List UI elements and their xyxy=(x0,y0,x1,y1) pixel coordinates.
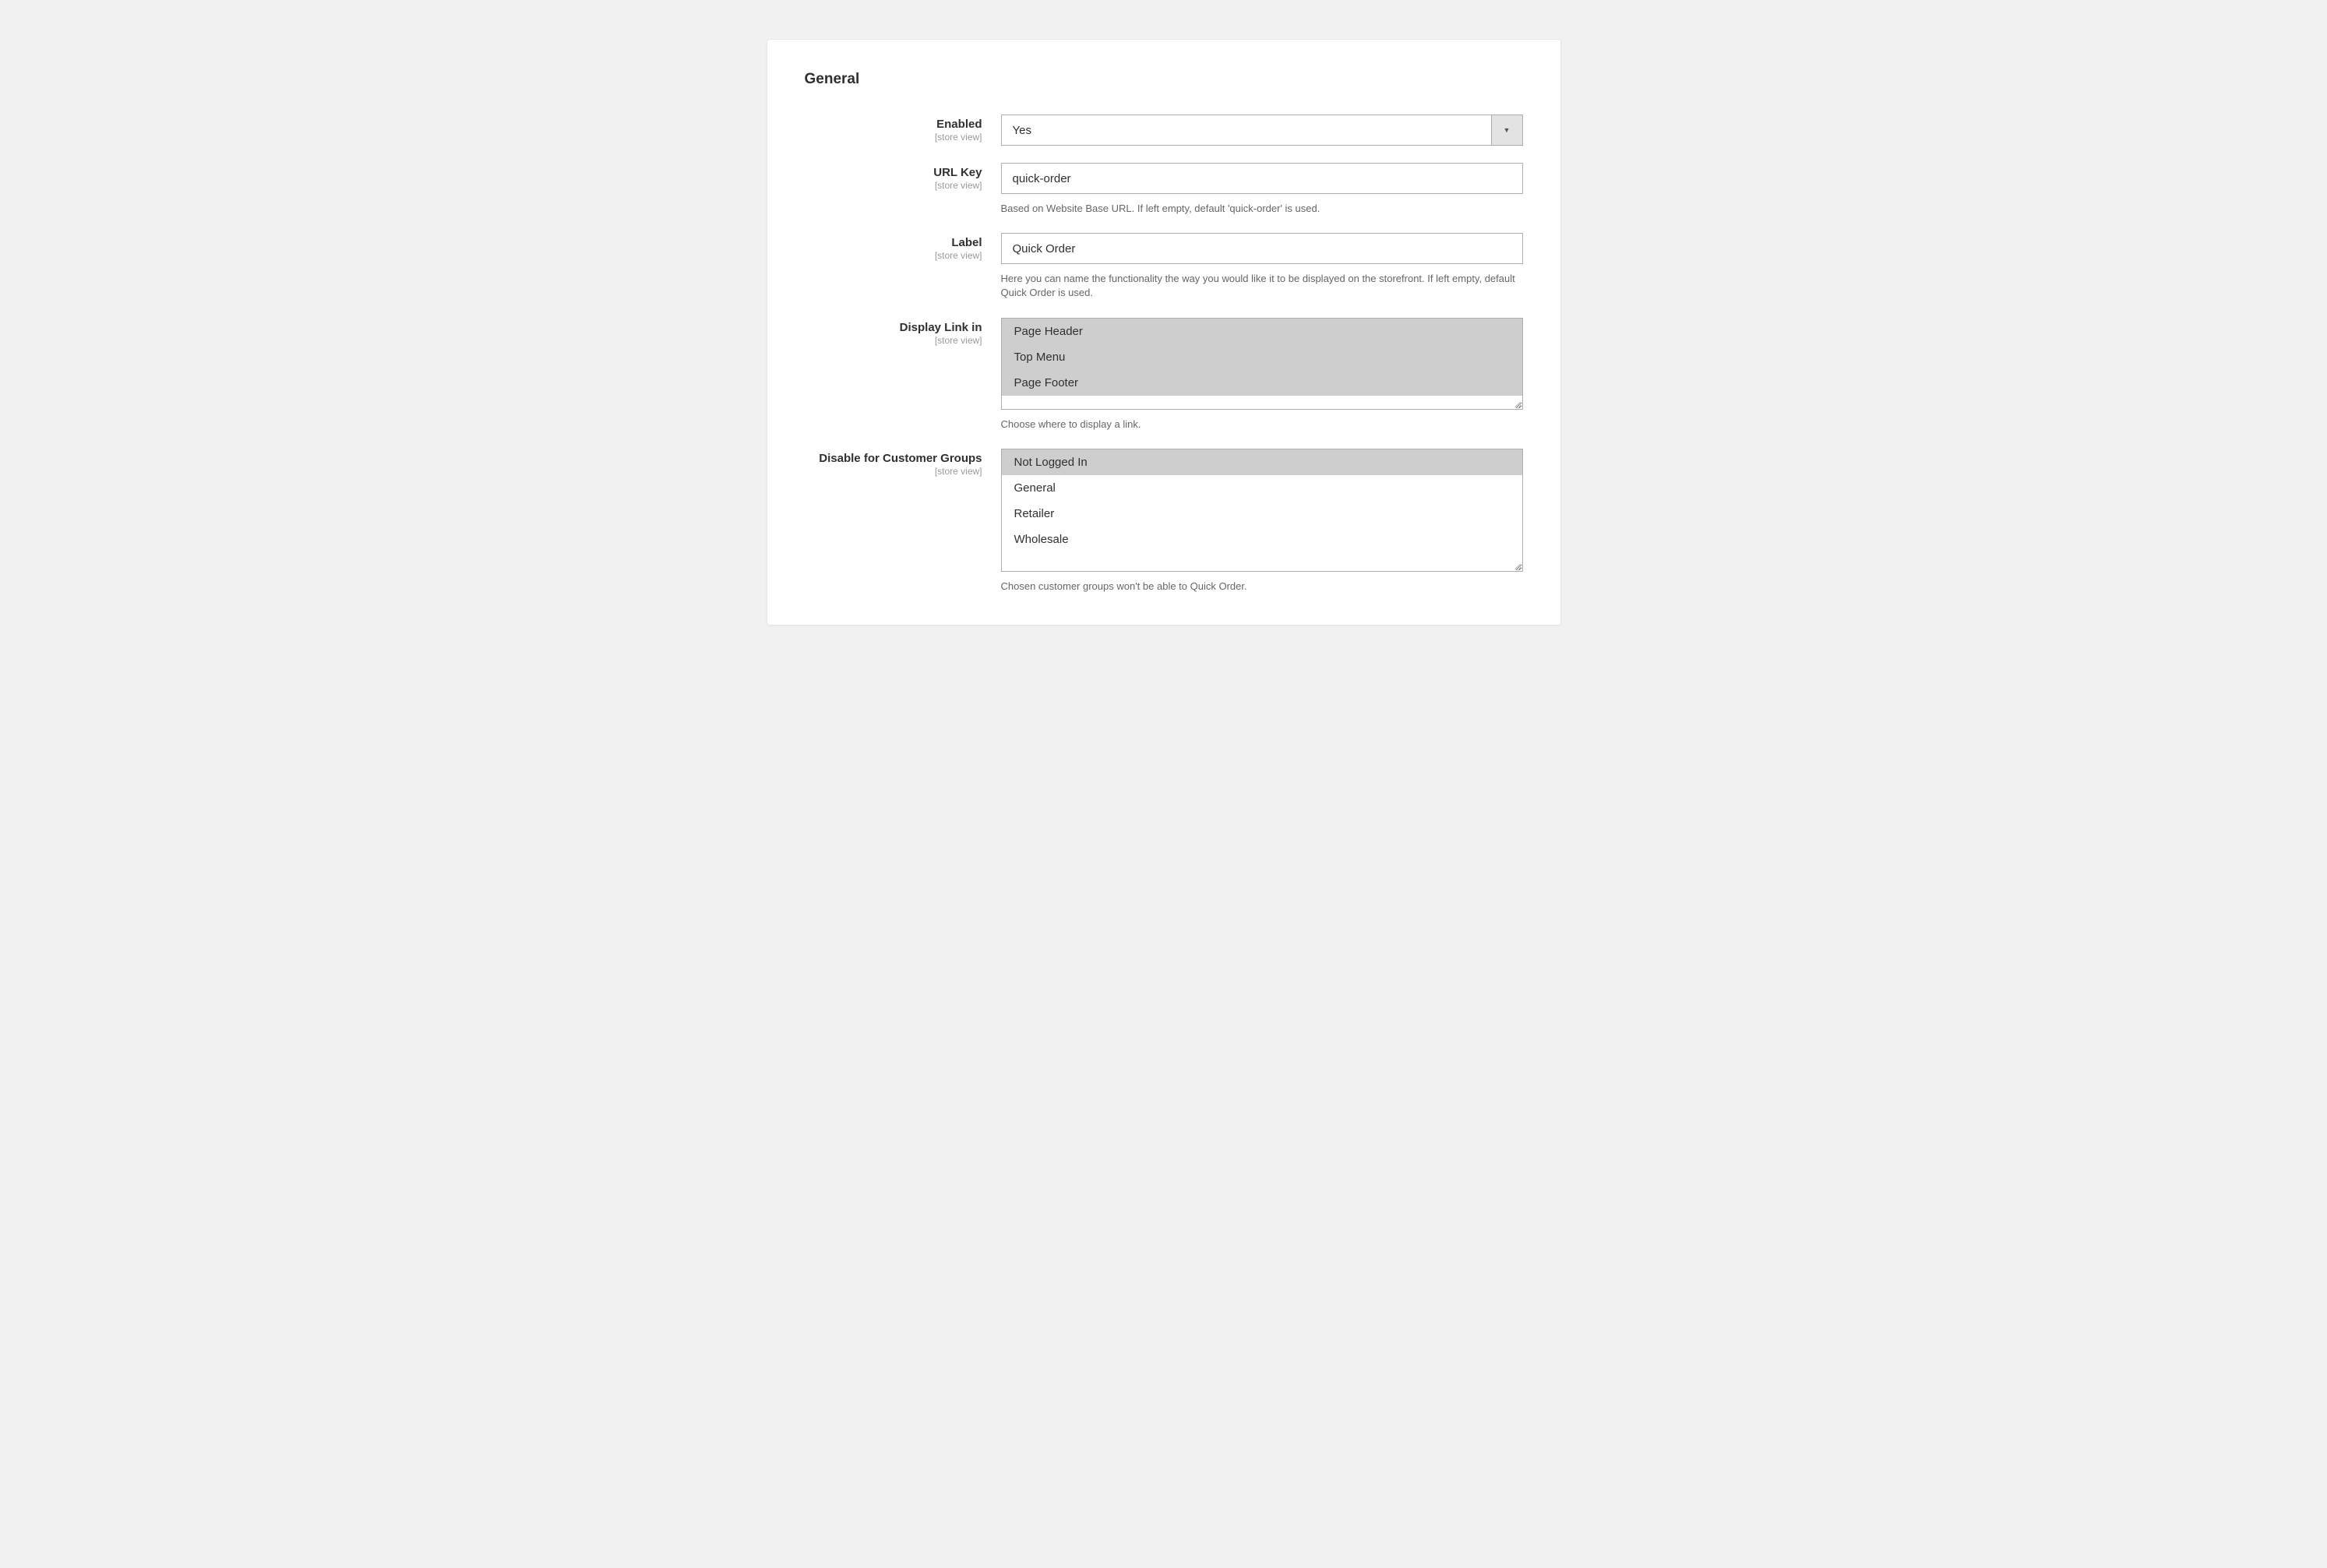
scope-label: [store view] xyxy=(805,132,982,143)
url-key-input[interactable] xyxy=(1001,163,1523,194)
label-text: Disable for Customer Groups xyxy=(805,452,982,465)
label-text: Enabled xyxy=(805,118,982,131)
url-key-note: Based on Website Base URL. If left empty… xyxy=(1001,202,1523,216)
row-url-key: URL Key [store view] Based on Website Ba… xyxy=(805,163,1523,216)
scope-label: [store view] xyxy=(805,250,982,261)
multiselect-option[interactable]: Retailer xyxy=(1002,501,1522,527)
label-input[interactable] xyxy=(1001,233,1523,264)
disable-groups-multiselect[interactable]: Not Logged InGeneralRetailerWholesale xyxy=(1001,449,1523,572)
enabled-select[interactable]: Yes ▼ xyxy=(1001,115,1523,146)
label-note: Here you can name the functionality the … xyxy=(1001,272,1523,300)
multiselect-option[interactable]: Page Header xyxy=(1002,319,1522,344)
scope-label: [store view] xyxy=(805,335,982,346)
label-enabled: Enabled [store view] xyxy=(805,115,1001,143)
multiselect-option[interactable]: General xyxy=(1002,475,1522,501)
label-text: Label xyxy=(805,236,982,249)
chevron-down-icon: ▼ xyxy=(1491,115,1522,145)
resize-grip-icon xyxy=(1513,400,1521,407)
row-display-link: Display Link in [store view] Page Header… xyxy=(805,318,1523,432)
multiselect-option[interactable]: Page Footer xyxy=(1002,370,1522,396)
multiselect-option[interactable]: Top Menu xyxy=(1002,344,1522,370)
multiselect-option[interactable]: Wholesale xyxy=(1002,527,1522,552)
settings-panel: General Enabled [store view] Yes ▼ URL K… xyxy=(767,39,1561,625)
multiselect-option[interactable]: Not Logged In xyxy=(1002,449,1522,475)
section-title: General xyxy=(805,71,1523,88)
label-label: Label [store view] xyxy=(805,233,1001,261)
row-disable-groups: Disable for Customer Groups [store view]… xyxy=(805,449,1523,594)
resize-grip-icon xyxy=(1513,562,1521,569)
enabled-select-value: Yes xyxy=(1002,115,1491,145)
display-link-multiselect[interactable]: Page HeaderTop MenuPage Footer xyxy=(1001,318,1523,410)
label-display-link: Display Link in [store view] xyxy=(805,318,1001,346)
scope-label: [store view] xyxy=(805,180,982,191)
label-text: Display Link in xyxy=(805,321,982,334)
display-link-note: Choose where to display a link. xyxy=(1001,418,1523,432)
disable-groups-note: Chosen customer groups won't be able to … xyxy=(1001,580,1523,594)
label-disable-groups: Disable for Customer Groups [store view] xyxy=(805,449,1001,477)
scope-label: [store view] xyxy=(805,466,982,477)
label-text: URL Key xyxy=(805,166,982,179)
row-enabled: Enabled [store view] Yes ▼ xyxy=(805,115,1523,146)
row-label: Label [store view] Here you can name the… xyxy=(805,233,1523,300)
label-url-key: URL Key [store view] xyxy=(805,163,1001,191)
